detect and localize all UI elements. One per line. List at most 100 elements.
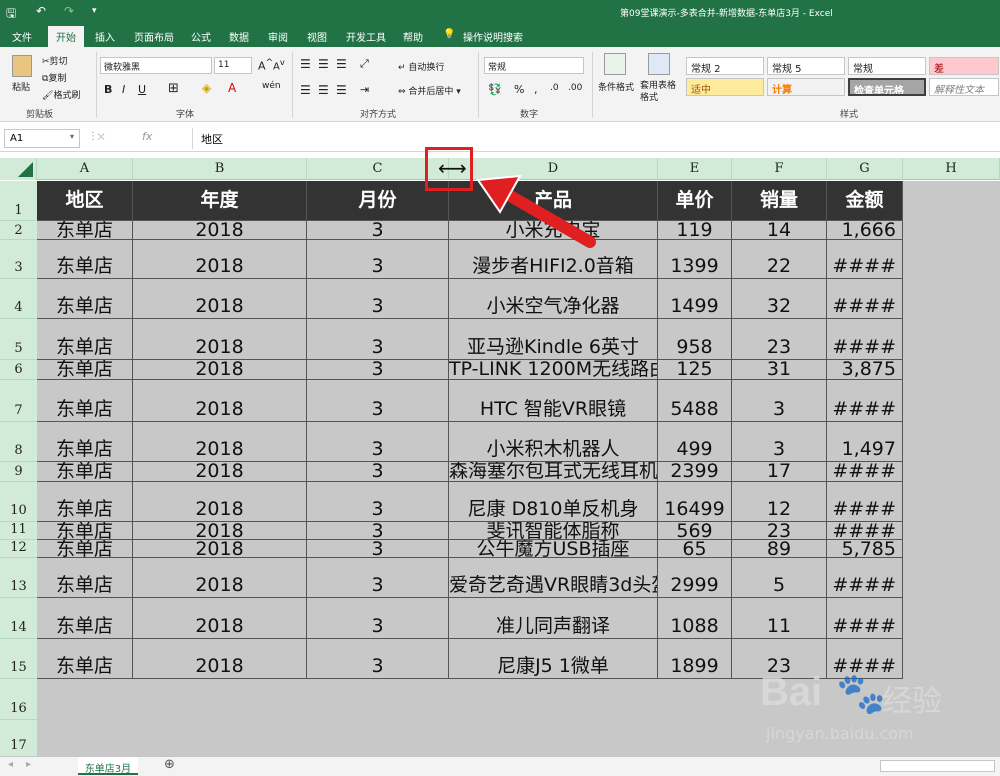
row-header[interactable]: 12 — [0, 540, 37, 558]
product-cell[interactable]: 爱奇艺奇遇VR眼睛3d头盔 — [449, 558, 658, 598]
column-header-a[interactable]: A — [37, 158, 133, 180]
row-header[interactable]: 13 — [0, 558, 37, 598]
product-cell[interactable]: 尼康J5 1微单 — [449, 639, 658, 679]
insert-function-icon[interactable]: fx — [142, 130, 152, 143]
product-cell[interactable]: TP-LINK 1200M无线路由 — [449, 360, 658, 380]
region-cell[interactable]: 东单店 — [37, 240, 133, 279]
month-cell[interactable]: 3 — [307, 279, 449, 319]
month-cell[interactable]: 3 — [307, 482, 449, 522]
year-cell[interactable]: 2018 — [133, 462, 307, 482]
region-cell[interactable]: 东单店 — [37, 558, 133, 598]
style-neutral[interactable]: 适中 — [686, 78, 764, 96]
month-cell[interactable]: 3 — [307, 422, 449, 462]
amount-cell[interactable]: #### — [827, 462, 903, 482]
redo-icon[interactable]: ↷ — [64, 4, 74, 18]
row-header[interactable]: 15 — [0, 639, 37, 679]
tab-developer[interactable]: 开发工具 — [346, 29, 386, 44]
row-header[interactable]: 5 — [0, 319, 37, 360]
format-painter-button[interactable]: 🖌格式刷 — [42, 88, 80, 101]
month-cell[interactable]: 3 — [307, 221, 449, 240]
tab-data[interactable]: 数据 — [229, 29, 249, 44]
month-cell[interactable]: 3 — [307, 639, 449, 679]
month-cell[interactable]: 3 — [307, 522, 449, 540]
indent-icon[interactable]: ⇥ — [360, 83, 369, 96]
decrease-decimal-icon[interactable]: .00 — [568, 83, 582, 93]
paste-button[interactable]: 粘贴 — [12, 80, 30, 93]
format-as-table-button[interactable]: 套用表格格式 — [640, 80, 680, 104]
amount-cell[interactable]: 1,497 — [827, 422, 903, 462]
price-cell[interactable]: 1899 — [658, 639, 732, 679]
orientation-icon[interactable]: ⤢ — [360, 57, 369, 71]
year-cell[interactable]: 2018 — [133, 639, 307, 679]
year-cell[interactable]: 2018 — [133, 240, 307, 279]
phonetic-icon[interactable]: wén — [262, 81, 281, 91]
bold-icon[interactable]: B — [104, 83, 112, 96]
tab-formulas[interactable]: 公式 — [191, 29, 211, 44]
region-cell[interactable]: 东单店 — [37, 522, 133, 540]
qty-cell[interactable]: 32 — [732, 279, 827, 319]
price-cell[interactable]: 2399 — [658, 462, 732, 482]
region-cell[interactable]: 东单店 — [37, 360, 133, 380]
month-cell[interactable]: 3 — [307, 540, 449, 558]
qty-cell[interactable]: 22 — [732, 240, 827, 279]
amount-cell[interactable]: 3,875 — [827, 360, 903, 380]
qty-cell[interactable]: 31 — [732, 360, 827, 380]
qty-cell[interactable]: 23 — [732, 319, 827, 360]
qty-cell[interactable]: 89 — [732, 540, 827, 558]
column-header-f[interactable]: F — [732, 158, 827, 180]
year-cell[interactable]: 2018 — [133, 558, 307, 598]
table-header-cell[interactable]: 年度 — [133, 181, 307, 221]
amount-cell[interactable]: #### — [827, 319, 903, 360]
qty-cell[interactable]: 12 — [732, 482, 827, 522]
currency-icon[interactable]: 💱 — [488, 83, 502, 96]
month-cell[interactable]: 3 — [307, 558, 449, 598]
product-cell[interactable]: 斐讯智能体脂称 — [449, 522, 658, 540]
paste-icon[interactable] — [12, 55, 32, 77]
year-cell[interactable]: 2018 — [133, 422, 307, 462]
row-header[interactable]: 4 — [0, 279, 37, 319]
align-right-icon[interactable]: ☰ — [336, 83, 347, 97]
customize-qat-icon[interactable]: ▾ — [92, 6, 97, 16]
price-cell[interactable]: 2999 — [658, 558, 732, 598]
name-box[interactable]: A1 — [4, 129, 80, 148]
price-cell[interactable]: 125 — [658, 360, 732, 380]
price-cell[interactable]: 569 — [658, 522, 732, 540]
month-cell[interactable]: 3 — [307, 319, 449, 360]
align-center-icon[interactable]: ☰ — [318, 83, 329, 97]
align-bottom-icon[interactable]: ☰ — [336, 57, 347, 71]
amount-cell[interactable]: #### — [827, 279, 903, 319]
horizontal-scrollbar[interactable] — [880, 760, 995, 772]
year-cell[interactable]: 2018 — [133, 482, 307, 522]
table-header-cell[interactable]: 金额 — [827, 181, 903, 221]
column-header-h[interactable]: H — [903, 158, 1000, 180]
price-cell[interactable]: 119 — [658, 221, 732, 240]
tab-file[interactable]: 文件 — [12, 29, 32, 44]
table-header-cell[interactable]: 单价 — [658, 181, 732, 221]
column-header-b[interactable]: B — [133, 158, 307, 180]
style-normal-5[interactable]: 常规 5 — [767, 57, 845, 75]
conditional-format-icon[interactable] — [604, 53, 626, 75]
cancel-icon[interactable]: ✕ — [96, 130, 106, 144]
product-cell[interactable]: 准儿同声翻译 — [449, 598, 658, 639]
product-cell[interactable]: 小米空气净化器 — [449, 279, 658, 319]
style-bad[interactable]: 差 — [929, 57, 999, 75]
add-sheet-icon[interactable]: ⊕ — [164, 757, 175, 772]
conditional-format-button[interactable]: 条件格式 — [598, 80, 634, 93]
region-cell[interactable]: 东单店 — [37, 221, 133, 240]
amount-cell[interactable]: #### — [827, 558, 903, 598]
month-cell[interactable]: 3 — [307, 598, 449, 639]
month-cell[interactable]: 3 — [307, 462, 449, 482]
product-cell[interactable]: 尼康 D810单反机身 — [449, 482, 658, 522]
year-cell[interactable]: 2018 — [133, 522, 307, 540]
tab-insert[interactable]: 插入 — [95, 29, 115, 44]
row-header[interactable]: 14 — [0, 598, 37, 639]
row-header[interactable]: 11 — [0, 522, 37, 540]
qty-cell[interactable]: 11 — [732, 598, 827, 639]
year-cell[interactable]: 2018 — [133, 319, 307, 360]
column-header-e[interactable]: E — [658, 158, 732, 180]
price-cell[interactable]: 958 — [658, 319, 732, 360]
product-cell[interactable]: 亚马逊Kindle 6英寸 — [449, 319, 658, 360]
style-calculation[interactable]: 计算 — [767, 78, 845, 96]
table-header-cell[interactable]: 地区 — [37, 181, 133, 221]
style-normal[interactable]: 常规 — [848, 57, 926, 75]
